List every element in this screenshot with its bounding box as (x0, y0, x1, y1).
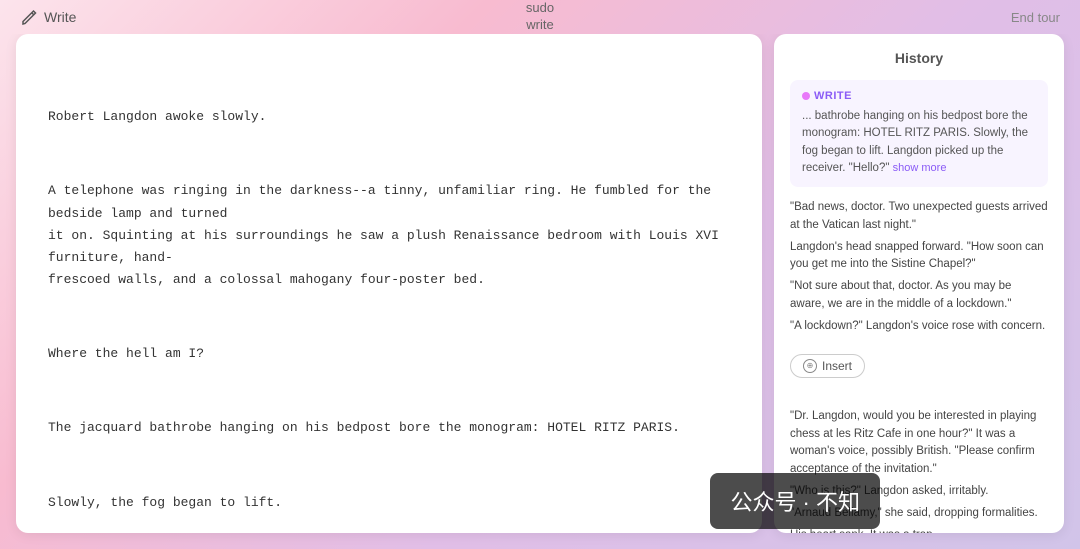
logo-area: Write (20, 8, 76, 26)
paragraph-5: Slowly, the fog began to lift. (48, 492, 730, 514)
write-badge-dot (802, 92, 810, 100)
history-panel[interactable]: History WRITE ... bathrobe hanging on hi… (774, 34, 1064, 533)
pencil-icon (20, 8, 38, 26)
history-para-3: "Not sure about that, doctor. As you may… (790, 276, 1048, 316)
editor-panel[interactable]: Robert Langdon awoke slowly. A telephone… (16, 34, 762, 533)
editor-text: Robert Langdon awoke slowly. A telephone… (48, 62, 730, 533)
show-more-link[interactable]: show more (893, 162, 947, 174)
paragraph-4: The jacquard bathrobe hanging on his bed… (48, 417, 730, 439)
paragraph-3: Where the hell am I? (48, 343, 730, 365)
history-para-2: Langdon's head snapped forward. "How soo… (790, 237, 1048, 277)
history-para-6: "Who is this?" Langdon asked, irritably. (790, 481, 1048, 503)
paragraph-2: A telephone was ringing in the darkness-… (48, 180, 730, 290)
history-paragraphs-2: "Dr. Langdon, would you be interested in… (790, 406, 1048, 533)
write-button[interactable]: Write (44, 9, 76, 25)
paragraph-1: Robert Langdon awoke slowly. (48, 106, 730, 128)
main-content: Robert Langdon awoke slowly. A telephone… (0, 34, 1080, 549)
write-entry-header: WRITE (802, 90, 1036, 102)
history-para-7: "Arnaud Bellamy," she said, dropping for… (790, 503, 1048, 525)
history-title: History (790, 50, 1048, 66)
history-paragraphs-1: "Bad news, doctor. Two unexpected guests… (790, 197, 1048, 338)
insert-icon-1: ⊕ (803, 359, 817, 373)
top-bar: Write sudo write End tour (0, 0, 1080, 34)
end-tour-button[interactable]: End tour (1011, 10, 1060, 25)
write-badge: WRITE (802, 90, 852, 102)
history-para-5: "Dr. Langdon, would you be interested in… (790, 406, 1048, 481)
app-title: sudo write (526, 0, 554, 34)
write-entry-text: ... bathrobe hanging on his bedpost bore… (802, 108, 1036, 177)
history-para-4: "A lockdown?" Langdon's voice rose with … (790, 316, 1048, 338)
insert-button-1[interactable]: ⊕ Insert (790, 354, 865, 378)
insert-label-1: Insert (822, 359, 852, 373)
history-para-1: "Bad news, doctor. Two unexpected guests… (790, 197, 1048, 237)
write-entry: WRITE ... bathrobe hanging on his bedpos… (790, 80, 1048, 187)
history-para-8: His heart sank. It was a trap. (790, 525, 1048, 533)
write-badge-label: WRITE (814, 90, 852, 102)
